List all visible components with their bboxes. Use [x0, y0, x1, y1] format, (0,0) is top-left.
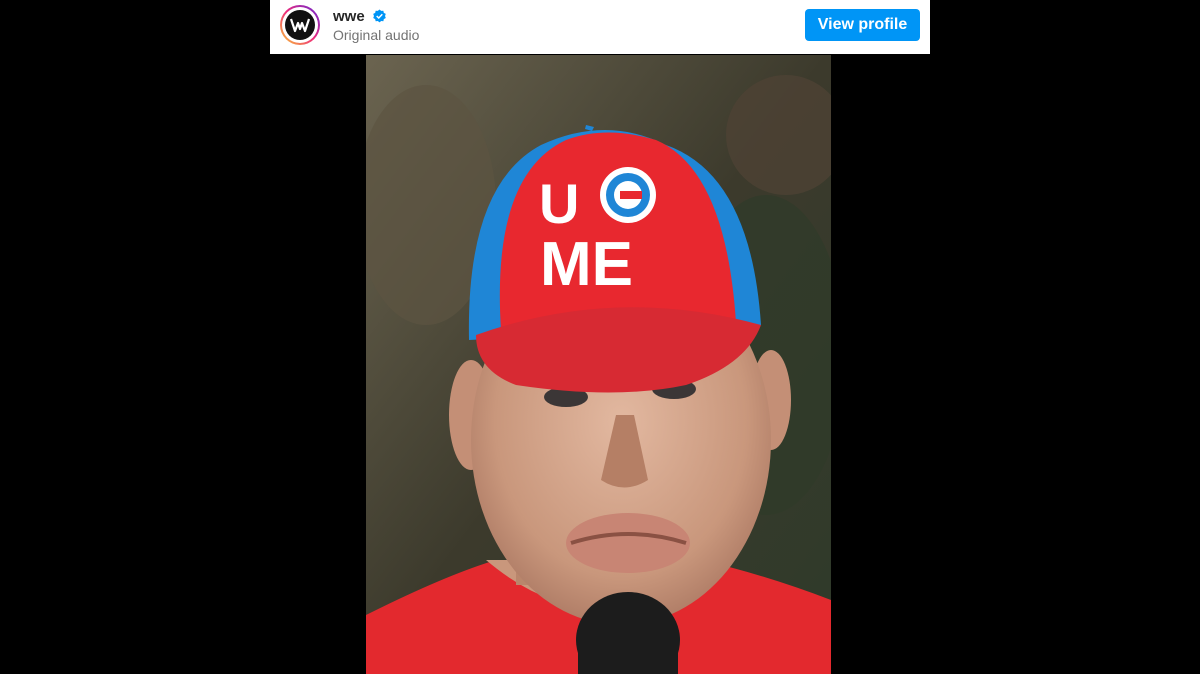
audio-label[interactable]: Original audio — [333, 27, 419, 43]
cap-letter-u: U — [539, 172, 579, 235]
embed-header: wwe Original audio View profile — [270, 0, 930, 54]
profile-username[interactable]: wwe — [333, 8, 365, 25]
instagram-embed: wwe Original audio View profile U ME — [270, 0, 930, 674]
video-player[interactable]: U ME — [366, 55, 831, 674]
wwe-logo-icon — [285, 10, 315, 40]
profile-avatar[interactable] — [280, 5, 320, 45]
verified-badge-icon — [373, 9, 386, 23]
video-frame: U ME — [366, 55, 831, 674]
view-profile-button[interactable]: View profile — [805, 9, 920, 41]
cap-text-me: ME — [540, 230, 633, 299]
